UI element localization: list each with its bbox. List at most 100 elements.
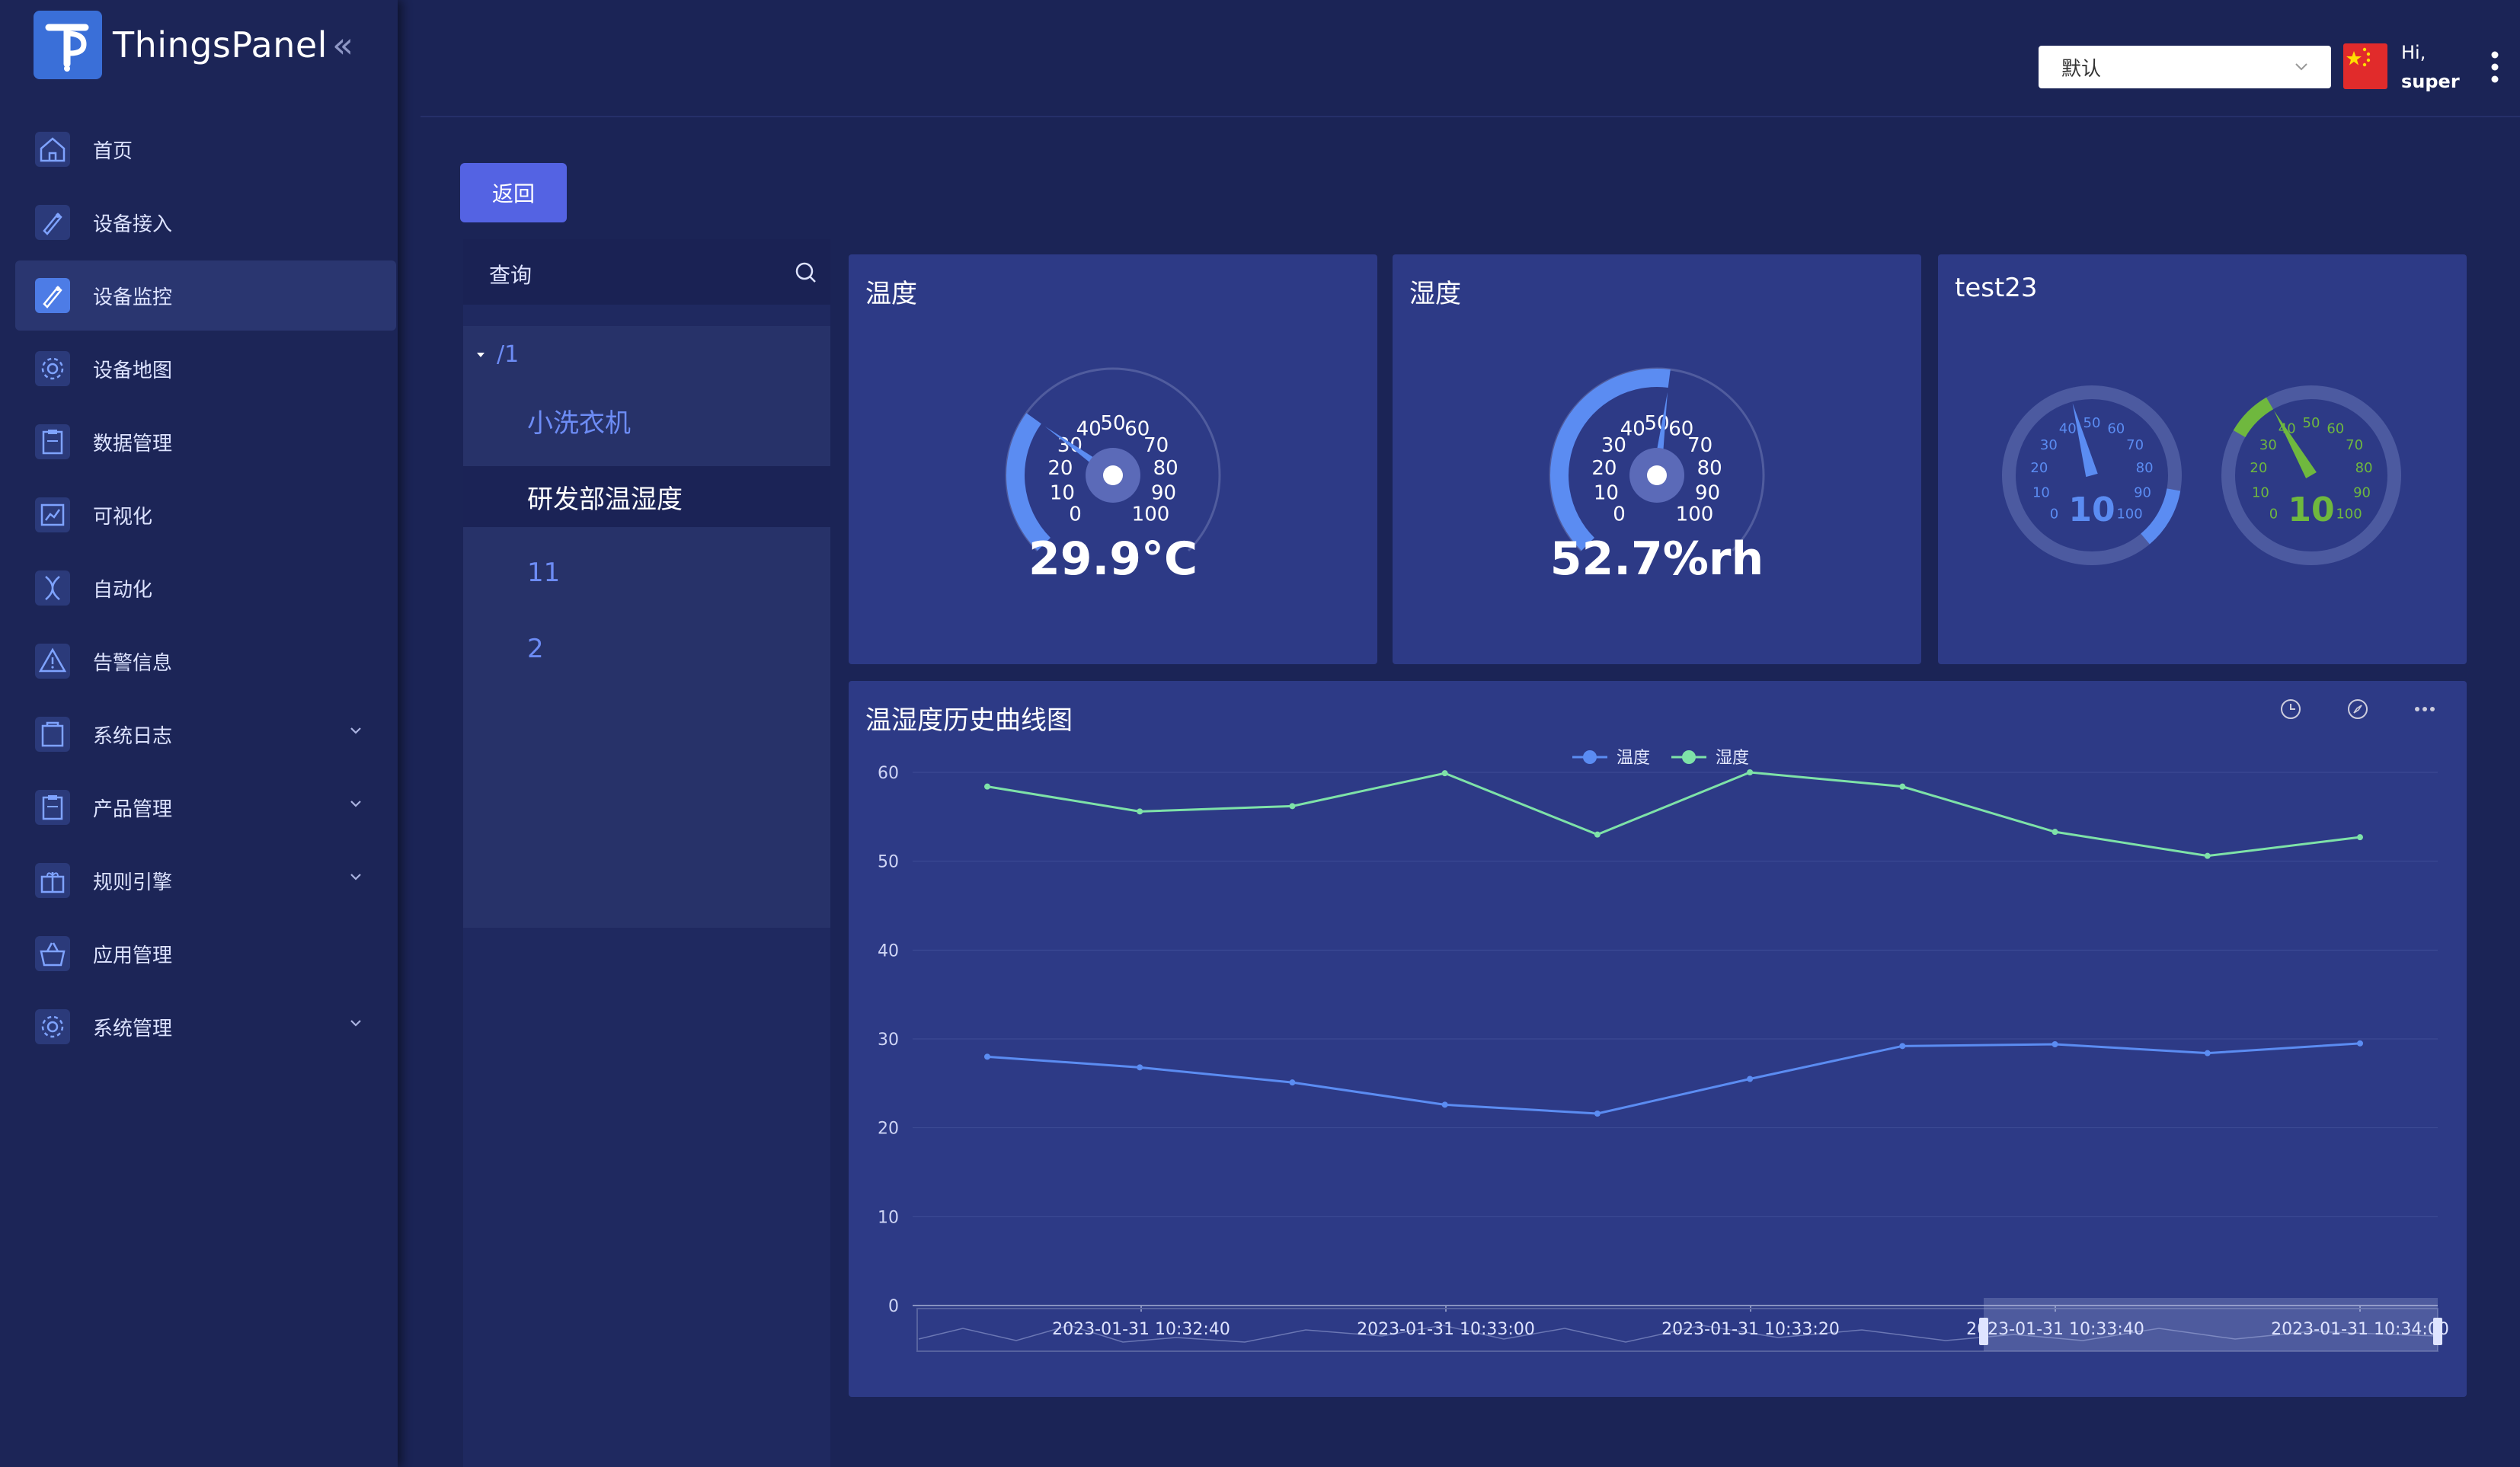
tree-item[interactable]: 2 bbox=[463, 618, 830, 679]
humidity-gauge: 010203040506070809010052.7%rh bbox=[1549, 367, 1765, 586]
more-menu-icon[interactable] bbox=[2490, 50, 2500, 84]
sidebar-item-label: 规则引擎 bbox=[93, 871, 173, 894]
series-line-温度 bbox=[987, 1042, 2361, 1115]
small-gauge-tick: 80 bbox=[2355, 460, 2373, 476]
series-line-湿度 bbox=[987, 771, 2361, 858]
tree-body: /1 小洗衣机研发部温湿度 11 2 bbox=[463, 326, 830, 928]
small-gauge-tick: 60 bbox=[2327, 421, 2344, 437]
sidebar-item-0[interactable]: 首页 bbox=[15, 114, 396, 184]
sidebar-item-12[interactable]: 系统管理 bbox=[15, 992, 396, 1062]
small-gauge-tick: 50 bbox=[2083, 415, 2101, 431]
test23-gauges: 010203040 50 6070809010010 010203040 50 60708… bbox=[2002, 385, 2401, 565]
sidebar-item-label: 设备接入 bbox=[93, 213, 173, 236]
home-icon bbox=[35, 132, 70, 167]
test23-card: test23 0 10 20 30 40 50 60 70 80 90 100 10 0 10 20 30 40… bbox=[1938, 254, 2467, 664]
gauge-tick-label: 100 bbox=[1676, 503, 1714, 526]
sidebar-item-8[interactable]: 系统日志 bbox=[15, 699, 396, 769]
sidebar-item-label: 首页 bbox=[93, 139, 133, 163]
chevron-down-icon bbox=[347, 795, 364, 815]
legend-marker[interactable] bbox=[1583, 750, 1597, 764]
gauge-tick-label: 80 bbox=[1697, 457, 1722, 480]
legend-label[interactable]: 湿度 bbox=[1716, 749, 1749, 768]
data-point[interactable] bbox=[2051, 1041, 2058, 1047]
y-tick-label: 40 bbox=[878, 941, 899, 960]
data-point[interactable] bbox=[1441, 1101, 1448, 1108]
small-gauge-tick: 100 bbox=[2336, 506, 2362, 522]
data-point[interactable] bbox=[1899, 1043, 1906, 1050]
search-icon[interactable] bbox=[794, 260, 818, 285]
data-point[interactable] bbox=[2204, 852, 2211, 859]
sidebar-item-5[interactable]: 可视化 bbox=[15, 480, 396, 550]
search-input[interactable]: 查询 bbox=[489, 259, 532, 289]
data-point[interactable] bbox=[2357, 834, 2363, 841]
data-point[interactable] bbox=[2204, 1050, 2211, 1056]
collapse-sidebar-icon[interactable]: « bbox=[332, 24, 353, 66]
data-point[interactable] bbox=[1289, 803, 1296, 810]
legend-label[interactable]: 温度 bbox=[1617, 749, 1650, 768]
small-gauge-tick: 50 bbox=[2303, 415, 2320, 431]
dashboard-select[interactable]: 默认 bbox=[2039, 46, 2331, 88]
data-point[interactable] bbox=[1441, 770, 1448, 777]
sidebar-item-label: 应用管理 bbox=[93, 944, 173, 967]
data-point[interactable] bbox=[1289, 1079, 1296, 1086]
gear-icon bbox=[35, 1009, 70, 1044]
data-point[interactable] bbox=[1899, 783, 1906, 790]
x-tick-label: 2023-01-31 10:32:40 bbox=[1052, 1320, 1230, 1339]
temperature-card: 温度 010203040506070809010029.9°C bbox=[849, 254, 1377, 664]
small-gauge-tick: 30 bbox=[2259, 437, 2277, 453]
history-chart-card: 温湿度历史曲线图 0 10 20 30 40 50 60 温度 湿度 2023-01-31 10:… bbox=[849, 681, 2467, 1397]
data-point[interactable] bbox=[1747, 769, 1754, 775]
tree-root-label: /1 bbox=[497, 341, 520, 368]
data-point[interactable] bbox=[984, 1053, 990, 1060]
logo bbox=[34, 11, 102, 79]
gauge-tick-label: 0 bbox=[1069, 503, 1082, 526]
x-tick-label: 2023-01-31 10:33:40 bbox=[1966, 1320, 2144, 1339]
x-tick-label: 2023-01-31 10:34:00 bbox=[2271, 1320, 2449, 1339]
gauge-tick-label: 90 bbox=[1695, 482, 1720, 505]
small-gauge-tick: 20 bbox=[2250, 460, 2267, 476]
gauge-progress bbox=[1006, 413, 1051, 551]
tree-search[interactable]: 查询 bbox=[463, 239, 830, 305]
gauge-tick-label: 40 bbox=[1620, 418, 1645, 441]
clipboard-icon bbox=[35, 424, 70, 459]
sidebar-item-3[interactable]: 设备地图 bbox=[15, 334, 396, 404]
data-point[interactable] bbox=[1594, 1111, 1601, 1117]
small-gauge-tick: 10 bbox=[2252, 485, 2269, 501]
small-gauge-tick: 90 bbox=[2134, 485, 2151, 501]
brand: ThingsPanel « bbox=[34, 11, 353, 79]
data-point[interactable] bbox=[1594, 831, 1601, 838]
data-point[interactable] bbox=[984, 783, 990, 790]
tree-item[interactable]: 小洗衣机 bbox=[463, 390, 830, 451]
sidebar-item-2[interactable]: 设备监控 bbox=[15, 260, 396, 331]
sidebar-item-label: 自动化 bbox=[93, 578, 153, 602]
data-point[interactable] bbox=[1137, 808, 1143, 815]
sidebar-item-4[interactable]: 数据管理 bbox=[15, 407, 396, 477]
tree-item[interactable]: 研发部温湿度 bbox=[463, 466, 830, 527]
y-tick-label: 50 bbox=[878, 853, 899, 872]
gauge-tick-label: 20 bbox=[1047, 457, 1073, 480]
sidebar-item-11[interactable]: 应用管理 bbox=[15, 919, 396, 989]
tree-root[interactable]: /1 bbox=[474, 341, 519, 368]
sidebar-item-7[interactable]: 告警信息 bbox=[15, 626, 396, 696]
language-flag-icon[interactable] bbox=[2343, 43, 2387, 89]
data-point[interactable] bbox=[1137, 1064, 1143, 1071]
back-button[interactable]: 返回 bbox=[460, 163, 567, 222]
data-point[interactable] bbox=[2357, 1040, 2363, 1047]
sidebar-item-label: 设备监控 bbox=[93, 286, 173, 309]
chevron-down-icon bbox=[2295, 63, 2307, 71]
sidebar-item-9[interactable]: 产品管理 bbox=[15, 772, 396, 842]
data-point[interactable] bbox=[1747, 1075, 1754, 1082]
small-gauge-value: 10 bbox=[2068, 491, 2115, 529]
small-gauge-progress bbox=[2233, 397, 2274, 438]
tree-item-label: 2 bbox=[527, 634, 544, 664]
sidebar-item-1[interactable]: 设备接入 bbox=[15, 187, 396, 257]
data-point[interactable] bbox=[2051, 829, 2058, 836]
sidebar-item-6[interactable]: 自动化 bbox=[15, 553, 396, 623]
user-greeting[interactable]: Hi, super bbox=[2401, 38, 2460, 96]
app-name: ThingsPanel bbox=[113, 24, 328, 66]
tree-item[interactable]: 11 bbox=[463, 542, 830, 603]
y-tick-label: 30 bbox=[878, 1031, 899, 1050]
legend-marker[interactable] bbox=[1682, 750, 1696, 764]
sidebar-item-10[interactable]: 规则引擎 bbox=[15, 845, 396, 916]
gauge-tick-label: 70 bbox=[1687, 434, 1713, 457]
